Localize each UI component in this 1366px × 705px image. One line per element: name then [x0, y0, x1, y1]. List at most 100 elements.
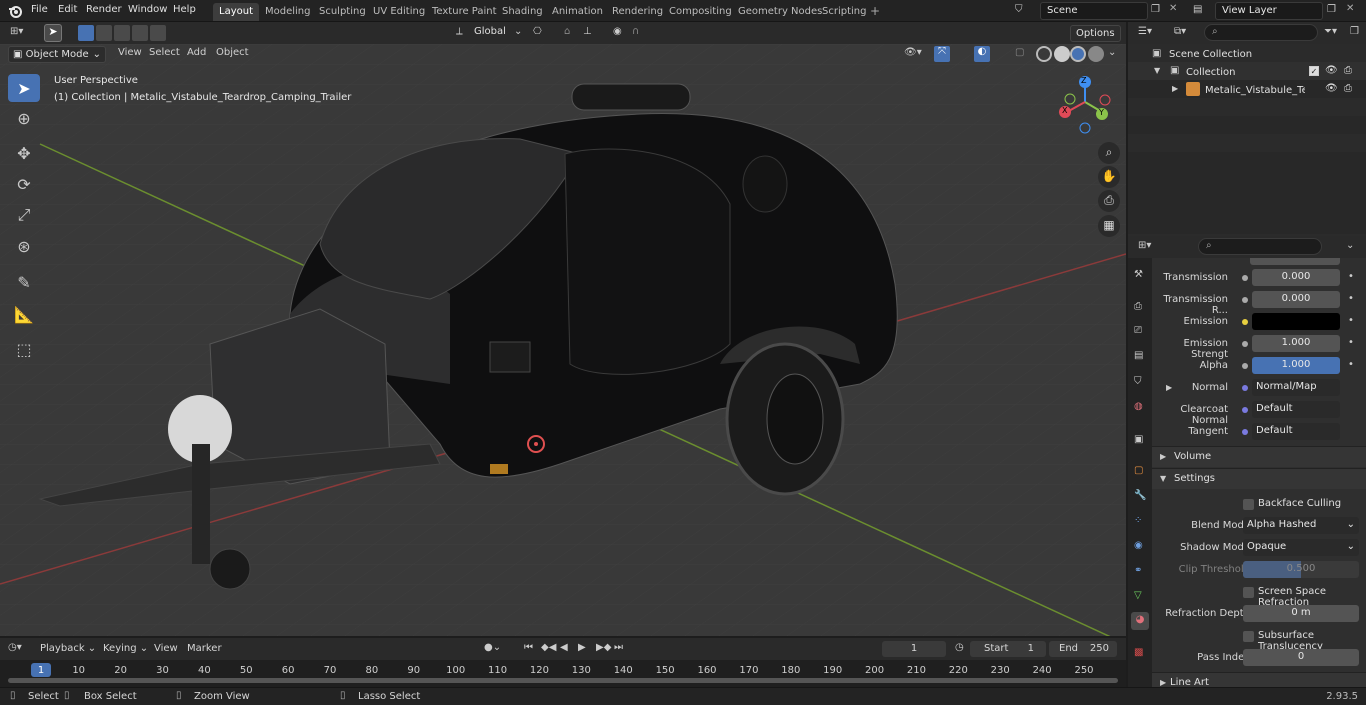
object-label[interactable]: Metalic_Vistabule_Teardr — [1205, 85, 1305, 96]
emission-color-swatch[interactable] — [1252, 313, 1340, 330]
render-tab-icon[interactable]: ⎙ — [1134, 301, 1142, 312]
rendered-shading-icon[interactable] — [1088, 46, 1104, 62]
outliner-search-input[interactable] — [1204, 24, 1318, 41]
options-button[interactable]: Options — [1070, 25, 1121, 42]
tab-sculpting[interactable]: Sculpting — [313, 3, 372, 21]
keyframe-dot-icon[interactable]: • — [1348, 271, 1354, 282]
tab-shading[interactable]: Shading — [496, 3, 549, 21]
menu-help[interactable]: Help — [173, 4, 196, 15]
new-view-layer-icon[interactable]: ❐ — [1327, 4, 1336, 15]
menu-view[interactable]: View — [118, 47, 142, 58]
current-frame-field[interactable]: 1 — [882, 641, 946, 657]
expand-arrow-icon[interactable]: ▶ — [1166, 383, 1172, 392]
select-box-tool-icon[interactable]: ➤ — [8, 74, 40, 102]
clip-threshold-field[interactable]: 0.500 — [1243, 561, 1359, 578]
snap-target-icon[interactable]: ⊥ — [583, 26, 592, 37]
world-tab-icon[interactable]: ◍ — [1134, 401, 1143, 412]
mode-subtract-icon[interactable] — [114, 25, 130, 41]
tab-scripting[interactable]: Scripting — [816, 3, 872, 21]
tab-animation[interactable]: Animation — [546, 3, 609, 21]
subsurface-translucency-checkbox[interactable] — [1243, 631, 1254, 642]
tab-layout[interactable]: Layout — [213, 3, 259, 21]
shadow-mode-dropdown[interactable]: Opaque ⌄ — [1243, 539, 1359, 556]
menu-playback[interactable]: Playback ⌄ — [40, 643, 96, 654]
menu-marker[interactable]: Marker — [187, 643, 222, 654]
eye-icon[interactable]: 👁 — [1325, 83, 1338, 94]
perspective-grid-icon[interactable]: ▦ — [1098, 215, 1120, 237]
measure-tool-icon[interactable]: 📐 — [8, 300, 40, 328]
menu-keying[interactable]: Keying ⌄ — [103, 643, 148, 654]
properties-search-input[interactable] — [1198, 238, 1322, 255]
properties-editor-icon[interactable]: ⊞▾ — [1138, 240, 1151, 251]
tab-compositing[interactable]: Compositing — [663, 3, 738, 21]
menu-select[interactable]: Select — [149, 47, 180, 58]
add-cube-tool-icon[interactable]: ⬚ — [8, 335, 40, 363]
exclude-checkbox[interactable]: ✓ — [1309, 66, 1319, 76]
keyframe-dot-icon[interactable]: • — [1348, 293, 1354, 304]
refraction-depth-field[interactable]: 0 m — [1243, 605, 1359, 622]
visibility-icon[interactable]: 👁▾ — [904, 47, 922, 58]
scene-tab-icon[interactable]: ⛉ — [1134, 376, 1142, 387]
jump-start-icon[interactable]: ⏮ — [524, 642, 533, 653]
alpha-field[interactable]: 1.000 — [1252, 357, 1340, 374]
add-workspace-icon[interactable]: + — [870, 4, 880, 18]
rotate-tool-icon[interactable]: ⟳ — [8, 170, 40, 198]
tab-geometry-nodes[interactable]: Geometry Nodes — [732, 3, 828, 21]
scene-collection-label[interactable]: Scene Collection — [1169, 49, 1252, 60]
normal-link-field[interactable]: Normal/Map — [1252, 379, 1340, 396]
falloff-icon[interactable]: ∩ — [632, 26, 639, 37]
tangent-field[interactable]: Default — [1252, 423, 1340, 440]
eye-icon[interactable]: 👁 — [1325, 65, 1338, 76]
mode-difference-icon[interactable] — [132, 25, 148, 41]
next-keyframe-icon[interactable]: ▶◆ — [596, 642, 611, 653]
tool-tab-icon[interactable]: ⚒ — [1134, 269, 1143, 280]
transmission-field[interactable]: 0.000 — [1252, 269, 1340, 286]
keyframe-dot-icon[interactable]: • — [1348, 315, 1354, 326]
xray-icon[interactable]: ▢ — [1015, 47, 1024, 58]
menu-object[interactable]: Object — [216, 47, 249, 58]
play-reverse-icon[interactable]: ◀ — [560, 642, 568, 653]
keyframe-dot-icon[interactable]: • — [1348, 337, 1354, 348]
output-tab-icon[interactable]: ⎚ — [1134, 325, 1142, 336]
mode-extend-icon[interactable] — [96, 25, 112, 41]
solid-shading-icon[interactable] — [1054, 46, 1070, 62]
settings-panel-header[interactable]: ▼ Settings — [1152, 468, 1366, 489]
texture-tab-icon[interactable]: ▩ — [1134, 647, 1143, 658]
particles-tab-icon[interactable]: ⁘ — [1134, 515, 1142, 526]
display-mode-icon[interactable]: ⧉▾ — [1174, 26, 1186, 37]
pass-index-field[interactable]: 0 — [1243, 649, 1359, 666]
chevron-down-icon[interactable]: ⌄ — [1108, 47, 1116, 58]
clearcoat-normal-field[interactable]: Default — [1252, 401, 1340, 418]
filter-icon[interactable]: ⏷▾ — [1324, 26, 1337, 37]
volume-panel-header[interactable]: ▶ Volume — [1152, 446, 1366, 467]
constraints-tab-icon[interactable]: ⚭ — [1134, 565, 1142, 576]
tab-texture-paint[interactable]: Texture Paint — [426, 3, 503, 21]
collection-label[interactable]: Collection — [1186, 67, 1235, 78]
view-layer-icon[interactable]: ▤ — [1193, 4, 1202, 15]
transform-tool-icon[interactable]: ⊛ — [8, 232, 40, 260]
modifier-tab-icon[interactable]: 🔧 — [1134, 490, 1146, 501]
end-frame-field[interactable]: End 250 — [1049, 641, 1117, 657]
pivot-icon[interactable]: ⎔ — [533, 26, 542, 37]
mode-new-icon[interactable] — [78, 25, 94, 41]
menu-window[interactable]: Window — [128, 4, 167, 15]
blender-logo-icon[interactable] — [8, 4, 22, 18]
timeline-scrollbar[interactable] — [8, 678, 1118, 683]
navigation-gizmo[interactable] — [1055, 72, 1119, 136]
scale-tool-icon[interactable]: ⤢ — [8, 201, 40, 229]
overlay-toggle-icon[interactable]: ◐ — [974, 46, 990, 62]
material-preview-icon[interactable] — [1070, 46, 1086, 62]
tab-modeling[interactable]: Modeling — [259, 3, 317, 21]
play-icon[interactable]: ▶ — [578, 642, 586, 653]
mode-intersect-icon[interactable] — [150, 25, 166, 41]
emission-strength-field[interactable]: 1.000 — [1252, 335, 1340, 352]
keyframe-dot-icon[interactable]: • — [1348, 359, 1354, 370]
menu-timeline-view[interactable]: View — [154, 643, 178, 654]
line-art-panel-header[interactable]: ▶ Line Art — [1152, 672, 1366, 687]
menu-edit[interactable]: Edit — [58, 4, 77, 15]
object-tab-icon[interactable]: ▢ — [1134, 465, 1143, 476]
menu-add[interactable]: Add — [187, 47, 206, 58]
material-tab-icon[interactable]: ◕ — [1131, 612, 1149, 630]
zoom-icon[interactable]: ⌕ — [1098, 142, 1120, 164]
camera-render-icon[interactable]: ⎙ — [1344, 83, 1352, 94]
